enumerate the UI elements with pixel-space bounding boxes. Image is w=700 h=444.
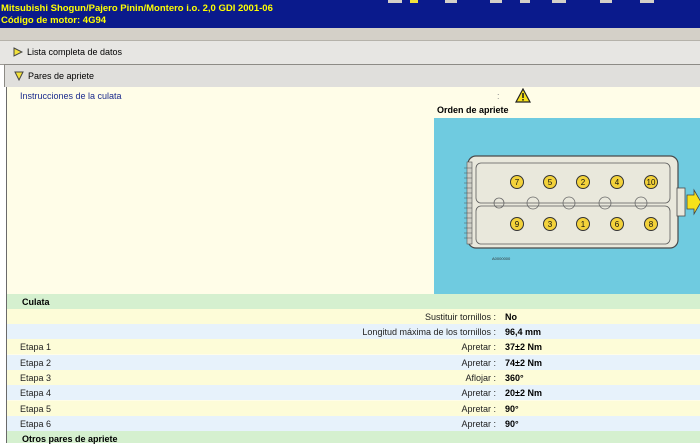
row-value: 74±2 Nm <box>505 358 542 368</box>
otros-header: Otros pares de apriete <box>7 431 700 444</box>
bolt-number: 5 <box>548 178 553 187</box>
row-value: 360° <box>505 373 524 383</box>
row-key: Apretar : <box>461 388 496 398</box>
row-key: Apretar : <box>461 342 496 352</box>
culata-header: Culata <box>7 294 700 309</box>
row-value: 20±2 Nm <box>505 388 542 398</box>
row-value: 90° <box>505 419 519 429</box>
torque-panel: Instrucciones de la culata : Orden de ap… <box>6 87 700 444</box>
bolt-number: 10 <box>647 178 656 187</box>
bolt-number: 4 <box>615 178 620 187</box>
bolt-number: 8 <box>649 220 654 229</box>
row-value: 90° <box>505 404 519 414</box>
row-value: 96,4 mm <box>505 327 542 337</box>
rear-housing <box>676 187 686 217</box>
cylinder-head-outline <box>467 155 679 249</box>
toolbar-remnants <box>370 0 700 3</box>
table-row: Sustituir tornillos : No <box>7 309 700 324</box>
bolt-number: 7 <box>515 178 520 187</box>
bolt-number: 9 <box>515 220 520 229</box>
engine-code: Código de motor: 4G94 <box>1 15 107 26</box>
row-label: Etapa 3 <box>20 373 52 383</box>
row-key: Sustituir tornillos : <box>424 312 496 322</box>
row-key: Apretar : <box>461 419 496 429</box>
row-key: Apretar : <box>461 404 496 414</box>
table-row: Etapa 2 Apretar : 74±2 Nm <box>7 355 700 370</box>
direction-arrow-icon <box>686 188 700 216</box>
section-lista-completa[interactable]: Lista completa de datos <box>0 40 700 65</box>
bolt-number: 6 <box>615 220 620 229</box>
title-bar: Mitsubishi Shogun/Pajero Pinin/Montero i… <box>0 0 700 28</box>
bolt-number: 1 <box>581 220 586 229</box>
culata-header-label: Culata <box>22 297 50 307</box>
tightening-order-diagram: 7 5 2 4 10 9 3 1 6 8 A0000000 <box>434 118 700 294</box>
diagram-caption: A0000000 <box>492 256 511 261</box>
bolt-number: 3 <box>548 220 553 229</box>
cylinder-head-drawing: 7 5 2 4 10 9 3 1 6 8 A0000000 <box>464 155 700 261</box>
instructions-link[interactable]: Instrucciones de la culata <box>20 91 122 101</box>
row-value: 37±2 Nm <box>505 342 542 352</box>
table-row: Etapa 6 Apretar : 90° <box>7 416 700 431</box>
row-key: Apretar : <box>461 358 496 368</box>
diagram-title: Orden de apriete <box>437 105 509 115</box>
table-row: Etapa 3 Aflojar : 360° <box>7 370 700 385</box>
row-label: Etapa 6 <box>20 419 52 429</box>
row-key: Aflojar : <box>465 373 496 383</box>
toolbar-gap <box>0 28 700 40</box>
collapse-arrow-icon <box>14 71 24 81</box>
instructions-colon: : <box>497 91 500 101</box>
vehicle-title: Mitsubishi Shogun/Pajero Pinin/Montero i… <box>1 3 273 14</box>
row-key: Longitud máxima de los tornillos : <box>362 327 496 337</box>
row-label: Etapa 4 <box>20 388 52 398</box>
expand-arrow-icon <box>13 47 23 57</box>
section-pares-apriete-label: Pares de apriete <box>28 71 95 81</box>
table-row: Etapa 5 Apretar : 90° <box>7 401 700 416</box>
warning-triangle-icon[interactable] <box>515 88 531 103</box>
table-row: Etapa 1 Apretar : 37±2 Nm <box>7 339 700 354</box>
row-label: Etapa 5 <box>20 404 52 414</box>
section-pares-apriete[interactable]: Pares de apriete <box>4 64 700 87</box>
bolt-number: 2 <box>581 178 586 187</box>
table-row: Etapa 4 Apretar : 20±2 Nm <box>7 385 700 400</box>
row-label: Etapa 1 <box>20 342 52 352</box>
row-label: Etapa 2 <box>20 358 52 368</box>
table-row: Longitud máxima de los tornillos : 96,4 … <box>7 324 700 339</box>
row-value: No <box>505 312 517 322</box>
section-lista-completa-label: Lista completa de datos <box>27 47 123 57</box>
